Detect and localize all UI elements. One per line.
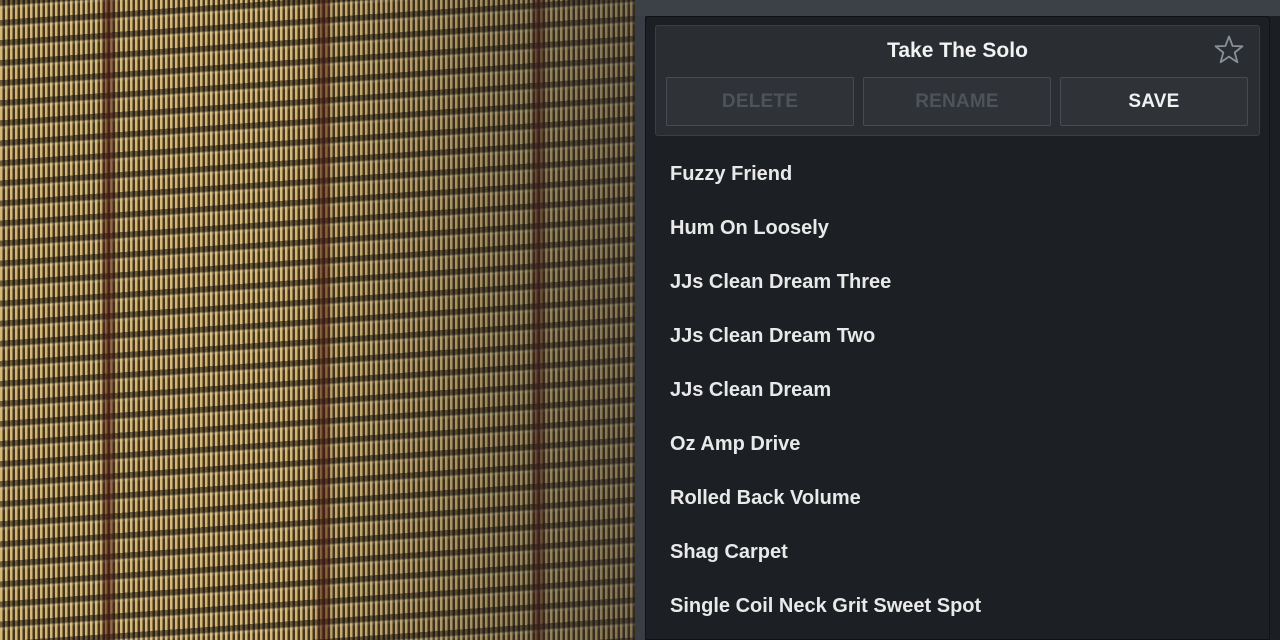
preset-panel: Take The Solo DELETE RENAME SAVE Fuzzy F… xyxy=(645,16,1270,640)
preset-item[interactable]: Fuzzy Friend xyxy=(646,147,1269,201)
preset-item[interactable]: Oz Amp Drive xyxy=(646,417,1269,471)
panel-divider xyxy=(635,0,645,640)
star-icon[interactable] xyxy=(1213,34,1245,66)
preset-item[interactable]: JJs Clean Dream Two xyxy=(646,309,1269,363)
preset-item[interactable]: Single Coil Neck Grit Sweet Spot xyxy=(646,579,1269,633)
amp-grille-background xyxy=(0,0,635,640)
preset-item[interactable]: Rolled Back Volume xyxy=(646,471,1269,525)
delete-button[interactable]: DELETE xyxy=(666,77,854,126)
preset-header: Take The Solo DELETE RENAME SAVE xyxy=(655,25,1260,136)
app: Take The Solo DELETE RENAME SAVE Fuzzy F… xyxy=(0,0,1280,640)
preset-item[interactable]: JJs Clean Dream xyxy=(646,363,1269,417)
preset-list: Fuzzy Friend Hum On Loosely JJs Clean Dr… xyxy=(646,147,1269,633)
preset-item[interactable]: Hum On Loosely xyxy=(646,201,1269,255)
rename-button[interactable]: RENAME xyxy=(863,77,1051,126)
top-strip xyxy=(635,0,1280,16)
preset-item[interactable]: Shag Carpet xyxy=(646,525,1269,579)
save-button[interactable]: SAVE xyxy=(1060,77,1248,126)
preset-title: Take The Solo xyxy=(887,39,1028,62)
preset-item[interactable]: JJs Clean Dream Three xyxy=(646,255,1269,309)
